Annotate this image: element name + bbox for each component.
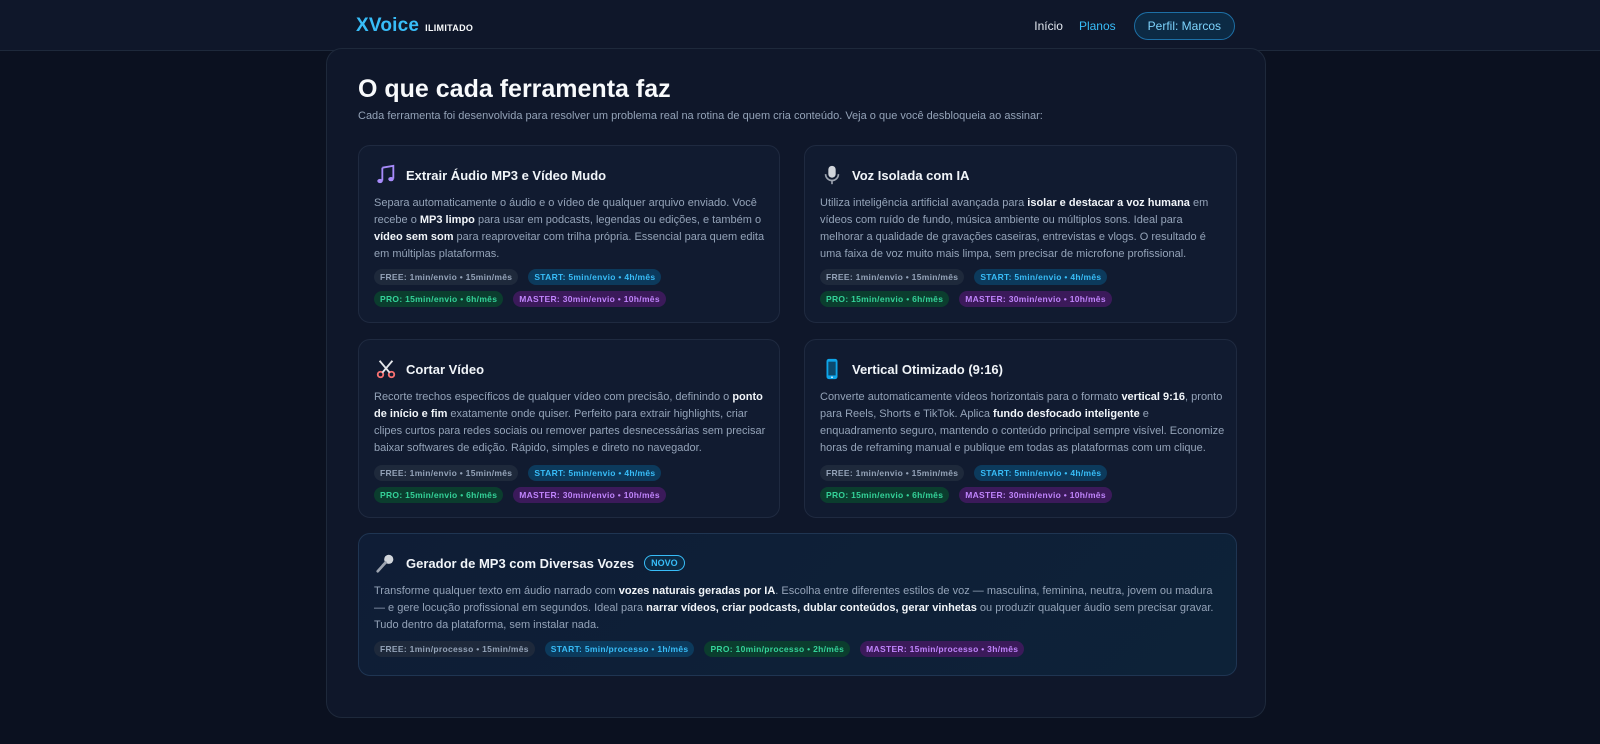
scissors-icon bbox=[374, 357, 398, 381]
highlight-text: vertical 9:16 bbox=[1121, 391, 1186, 403]
tag-start: START: 5min/processo • 1h/mês bbox=[544, 641, 695, 657]
tag-master: MASTER: 15min/processo • 3h/mês bbox=[860, 641, 1025, 657]
description-text: Transforme qualquer texto em áudio narra… bbox=[374, 585, 619, 597]
microphone-icon bbox=[820, 163, 844, 187]
highlight-text: fundo desfocado inteligente bbox=[993, 408, 1140, 420]
tag-start: START: 5min/envio • 4h/mês bbox=[528, 269, 662, 285]
tool-title: Vertical Otimizado (9:16) bbox=[852, 361, 1003, 377]
tag-pro: PRO: 10min/processo • 2h/mês bbox=[704, 641, 851, 657]
highlight-text: vozes naturais geradas por IA bbox=[618, 585, 776, 597]
tool-description: Recorte trechos específicos de qualquer … bbox=[374, 389, 769, 457]
tag-master: MASTER: 30min/envio • 10h/mês bbox=[959, 291, 1112, 307]
tag-pro: PRO: 15min/envio • 6h/mês bbox=[820, 487, 950, 503]
tool-card-mp3-voices: Gerador de MP3 com Diversas Vozes NOVO T… bbox=[358, 533, 1237, 676]
tag-start: START: 5min/envio • 4h/mês bbox=[528, 465, 662, 481]
tag-start: START: 5min/envio • 4h/mês bbox=[974, 465, 1108, 481]
profile-button[interactable]: Perfil: Marcos bbox=[1133, 12, 1235, 40]
tool-description: Utiliza inteligência artificial avançada… bbox=[820, 195, 1225, 263]
tool-title: Cortar Vídeo bbox=[406, 361, 485, 377]
highlight-text: isolar e destacar a voz humana bbox=[1027, 197, 1190, 209]
description-text: para usar em podcasts, legendas ou ediçõ… bbox=[474, 214, 762, 226]
tool-description: Separa automaticamente o áudio e o vídeo… bbox=[374, 195, 769, 263]
tool-card-vertical: Vertical Otimizado (9:16) Converte autom… bbox=[804, 339, 1237, 518]
new-badge: NOVO bbox=[644, 555, 685, 571]
tool-card-isolated-voice: Voz Isolada com IA Utiliza inteligência … bbox=[804, 145, 1237, 323]
tool-description: Converte automaticamente vídeos horizont… bbox=[820, 389, 1225, 457]
section-subtitle: Cada ferramenta foi desenvolvida para re… bbox=[358, 110, 1043, 122]
mobile-phone-icon bbox=[820, 357, 844, 381]
brand-logo[interactable]: XVoice ILIMITADO bbox=[356, 15, 473, 37]
plan-limits: FREE: 1min/envio • 15min/mês START: 5min… bbox=[820, 465, 1220, 509]
tag-pro: PRO: 15min/envio • 6h/mês bbox=[820, 291, 950, 307]
tool-title: Gerador de MP3 com Diversas Vozes bbox=[406, 555, 635, 571]
brand-name: XVoice bbox=[356, 15, 420, 36]
highlight-text: vídeo sem som bbox=[374, 231, 454, 243]
tool-card-extract-audio: Extrair Áudio MP3 e Vídeo Mudo Separa au… bbox=[358, 145, 780, 323]
description-text: Converte automaticamente vídeos horizont… bbox=[820, 391, 1122, 403]
highlight-text: narrar vídeos, criar podcasts, dublar co… bbox=[646, 602, 977, 614]
nav-link-home[interactable]: Início bbox=[1034, 19, 1063, 33]
tool-card-cut-video: Cortar Vídeo Recorte trechos específicos… bbox=[358, 339, 780, 518]
plan-limits: FREE: 1min/envio • 15min/mês START: 5min… bbox=[820, 269, 1220, 313]
tag-pro: PRO: 15min/envio • 6h/mês bbox=[374, 291, 504, 307]
tag-master: MASTER: 30min/envio • 10h/mês bbox=[513, 487, 666, 503]
main-nav: Início Planos Perfil: Marcos bbox=[1034, 12, 1235, 40]
tag-start: START: 5min/envio • 4h/mês bbox=[974, 269, 1108, 285]
highlight-text: MP3 limpo bbox=[419, 214, 475, 226]
tag-master: MASTER: 30min/envio • 10h/mês bbox=[513, 291, 666, 307]
tag-pro: PRO: 15min/envio • 6h/mês bbox=[374, 487, 504, 503]
plan-limits: FREE: 1min/processo • 15min/mês START: 5… bbox=[374, 641, 1219, 663]
tag-free: FREE: 1min/envio • 15min/mês bbox=[374, 269, 519, 285]
plan-badge: ILIMITADO bbox=[425, 23, 474, 33]
nav-link-plans[interactable]: Planos bbox=[1079, 19, 1116, 33]
plan-limits: FREE: 1min/envio • 15min/mês START: 5min… bbox=[374, 269, 774, 313]
tag-free: FREE: 1min/envio • 15min/mês bbox=[374, 465, 519, 481]
tool-title: Voz Isolada com IA bbox=[852, 167, 970, 183]
section-title: O que cada ferramenta faz bbox=[358, 75, 671, 103]
tool-description: Transforme qualquer texto em áudio narra… bbox=[374, 583, 1219, 634]
description-text: Utiliza inteligência artificial avançada… bbox=[820, 197, 1028, 209]
tag-master: MASTER: 30min/envio • 10h/mês bbox=[959, 487, 1112, 503]
plan-limits: FREE: 1min/envio • 15min/mês START: 5min… bbox=[374, 465, 774, 509]
tag-free: FREE: 1min/processo • 15min/mês bbox=[374, 641, 535, 657]
tag-free: FREE: 1min/envio • 15min/mês bbox=[820, 465, 965, 481]
music-notes-icon bbox=[374, 163, 398, 187]
tool-title: Extrair Áudio MP3 e Vídeo Mudo bbox=[406, 167, 607, 183]
description-text: Recorte trechos específicos de qualquer … bbox=[374, 391, 733, 403]
top-navbar: XVoice ILIMITADO Início Planos Perfil: M… bbox=[0, 0, 1600, 51]
microphone-icon bbox=[374, 551, 398, 575]
tools-panel: O que cada ferramenta faz Cada ferrament… bbox=[326, 48, 1266, 718]
tag-free: FREE: 1min/envio • 15min/mês bbox=[820, 269, 965, 285]
